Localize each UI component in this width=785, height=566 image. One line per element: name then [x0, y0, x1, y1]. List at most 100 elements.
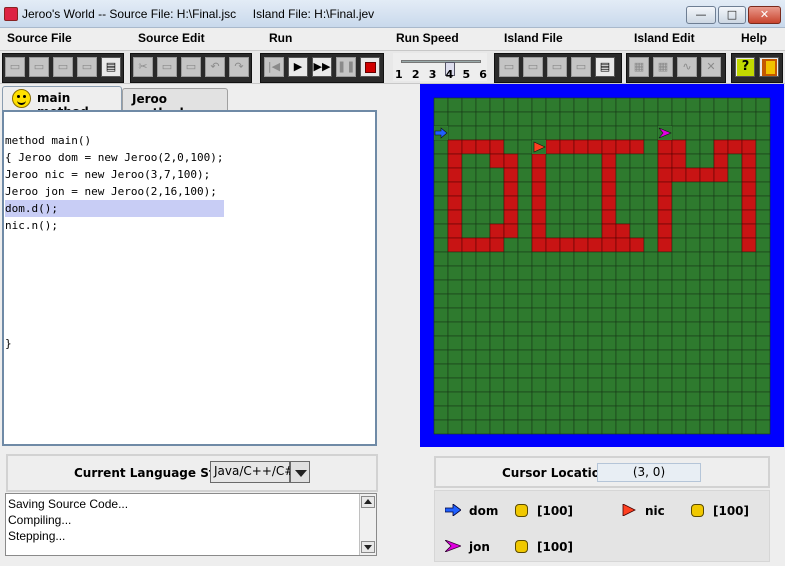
grass-cell[interactable]: [587, 209, 603, 225]
net-cell[interactable]: [447, 139, 463, 155]
grass-cell[interactable]: [615, 293, 631, 309]
grass-cell[interactable]: [727, 125, 743, 141]
grass-cell[interactable]: [671, 111, 687, 127]
grass-cell[interactable]: [685, 419, 701, 435]
grass-cell[interactable]: [727, 335, 743, 351]
grass-cell[interactable]: [489, 195, 505, 211]
net-cell[interactable]: [559, 237, 575, 253]
language-style-select[interactable]: Java/C++/C#: [210, 461, 294, 483]
net-cell[interactable]: [601, 153, 617, 169]
grass-cell[interactable]: [545, 153, 561, 169]
grass-cell[interactable]: [475, 251, 491, 267]
net-cell[interactable]: [447, 167, 463, 183]
grass-cell[interactable]: [643, 209, 659, 225]
grass-cell[interactable]: [629, 293, 645, 309]
grass-cell[interactable]: [755, 139, 771, 155]
grass-cell[interactable]: [755, 111, 771, 127]
grass-cell[interactable]: [699, 111, 715, 127]
grass-cell[interactable]: [615, 167, 631, 183]
net-cell[interactable]: [671, 167, 687, 183]
grass-cell[interactable]: [601, 419, 617, 435]
reset-button[interactable]: |◀: [264, 57, 284, 77]
grass-cell[interactable]: [587, 335, 603, 351]
grass-cell[interactable]: [461, 377, 477, 393]
grass-cell[interactable]: [741, 293, 757, 309]
grass-cell[interactable]: [545, 167, 561, 183]
grass-cell[interactable]: [643, 321, 659, 337]
grass-cell[interactable]: [587, 279, 603, 295]
grass-cell[interactable]: [587, 405, 603, 421]
grass-cell[interactable]: [601, 307, 617, 323]
menu-run-speed[interactable]: Run Speed: [396, 31, 459, 45]
grass-cell[interactable]: [755, 405, 771, 421]
grass-cell[interactable]: [433, 139, 449, 155]
grass-cell[interactable]: [643, 153, 659, 169]
grass-cell[interactable]: [629, 97, 645, 113]
grass-cell[interactable]: [657, 279, 673, 295]
net-cell[interactable]: [741, 153, 757, 169]
net-cell[interactable]: [657, 237, 673, 253]
grass-cell[interactable]: [657, 265, 673, 281]
grass-cell[interactable]: [545, 223, 561, 239]
grass-cell[interactable]: [503, 307, 519, 323]
grass-cell[interactable]: [629, 251, 645, 267]
grass-cell[interactable]: [741, 405, 757, 421]
grass-cell[interactable]: [755, 181, 771, 197]
grass-cell[interactable]: [573, 405, 589, 421]
grass-cell[interactable]: [573, 307, 589, 323]
net-cell[interactable]: [503, 223, 519, 239]
grass-cell[interactable]: [587, 419, 603, 435]
menu-island-file[interactable]: Island File: [504, 31, 563, 45]
net-cell[interactable]: [601, 139, 617, 155]
grass-cell[interactable]: [741, 307, 757, 323]
grass-cell[interactable]: [685, 181, 701, 197]
grass-cell[interactable]: [587, 153, 603, 169]
grass-cell[interactable]: [699, 405, 715, 421]
grass-cell[interactable]: [699, 419, 715, 435]
grass-cell[interactable]: [671, 237, 687, 253]
grass-cell[interactable]: [489, 125, 505, 141]
net-cell[interactable]: [447, 153, 463, 169]
grass-cell[interactable]: [475, 321, 491, 337]
grass-cell[interactable]: [643, 167, 659, 183]
pause-button[interactable]: ❚❚: [336, 57, 356, 77]
grass-cell[interactable]: [545, 349, 561, 365]
grass-cell[interactable]: [615, 279, 631, 295]
grass-cell[interactable]: [657, 251, 673, 267]
net-cell[interactable]: [461, 139, 477, 155]
grass-cell[interactable]: [727, 293, 743, 309]
grass-cell[interactable]: [447, 391, 463, 407]
grass-cell[interactable]: [461, 209, 477, 225]
grass-cell[interactable]: [475, 97, 491, 113]
tab-jeroo-methods[interactable]: Jeroo methods: [122, 88, 228, 120]
grass-cell[interactable]: [587, 307, 603, 323]
grass-cell[interactable]: [545, 307, 561, 323]
grass-cell[interactable]: [461, 349, 477, 365]
net-cell[interactable]: [727, 139, 743, 155]
exit-button[interactable]: [759, 57, 779, 77]
maximize-button[interactable]: □: [718, 6, 746, 24]
grass-cell[interactable]: [629, 153, 645, 169]
grass-cell[interactable]: [657, 307, 673, 323]
grass-cell[interactable]: [531, 321, 547, 337]
menu-run[interactable]: Run: [269, 31, 292, 45]
grass-cell[interactable]: [573, 279, 589, 295]
grass-cell[interactable]: [755, 223, 771, 239]
grass-cell[interactable]: [447, 251, 463, 267]
grass-cell[interactable]: [559, 307, 575, 323]
grass-cell[interactable]: [671, 377, 687, 393]
run-speed-slider[interactable]: 1 2 3 4 5 6: [393, 53, 487, 81]
grass-cell[interactable]: [643, 363, 659, 379]
grass-cell[interactable]: [545, 209, 561, 225]
grass-cell[interactable]: [643, 111, 659, 127]
grass-cell[interactable]: [531, 265, 547, 281]
grass-cell[interactable]: [643, 405, 659, 421]
grass-cell[interactable]: [447, 125, 463, 141]
grass-cell[interactable]: [517, 111, 533, 127]
grass-cell[interactable]: [699, 195, 715, 211]
grass-cell[interactable]: [447, 405, 463, 421]
grass-cell[interactable]: [559, 405, 575, 421]
net-cell[interactable]: [531, 237, 547, 253]
grass-cell[interactable]: [615, 111, 631, 127]
grass-cell[interactable]: [685, 223, 701, 239]
